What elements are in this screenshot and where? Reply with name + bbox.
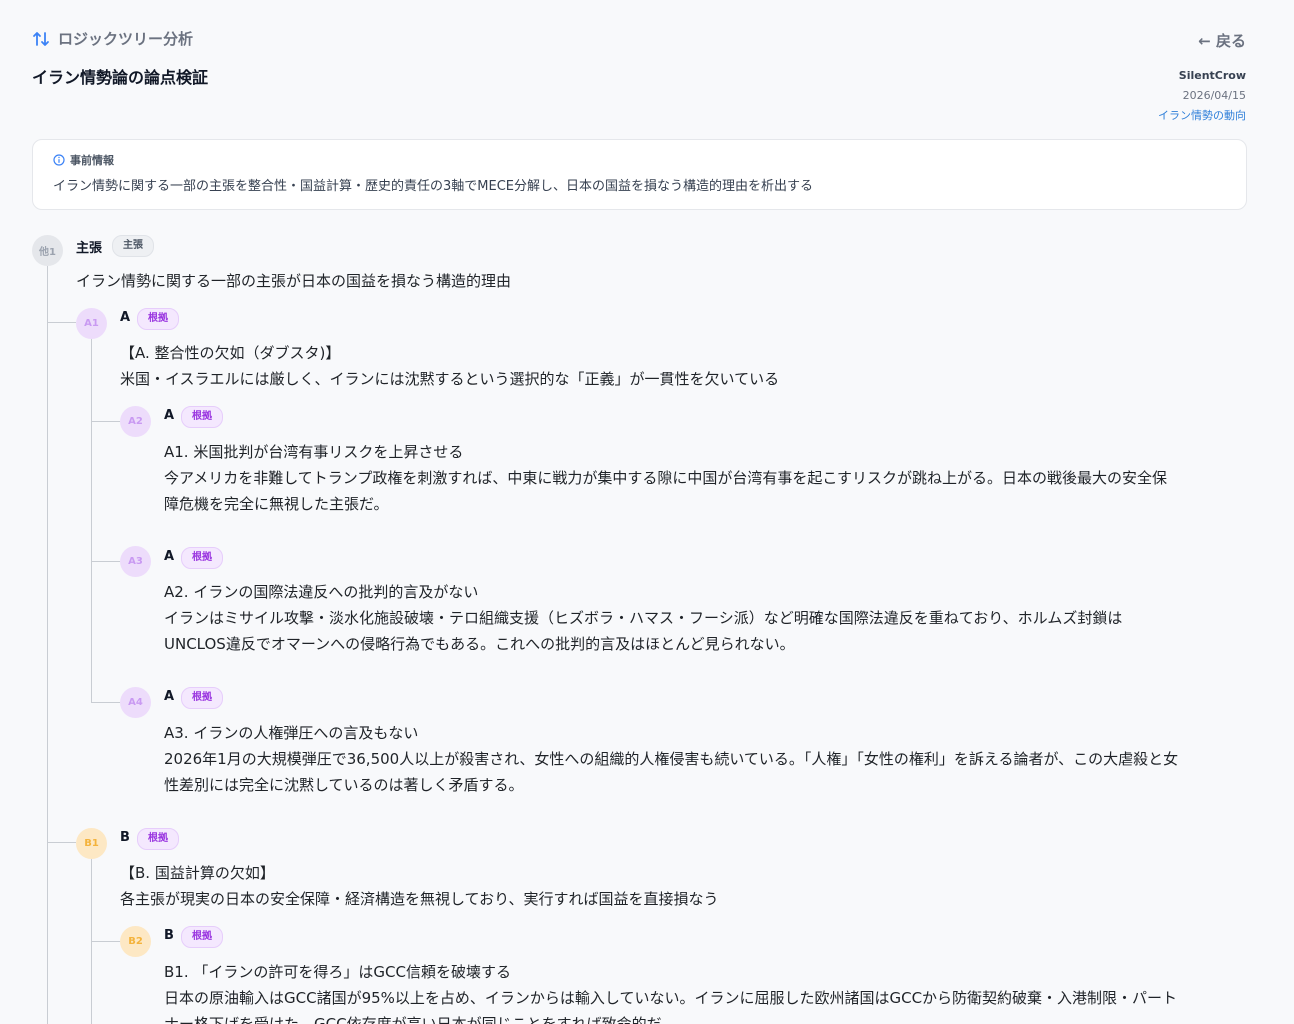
author-name: SilentCrow <box>1178 69 1246 82</box>
tree-connector <box>91 338 92 703</box>
tree-connector <box>47 266 48 1024</box>
node-badge-a1: 根拠 <box>137 308 179 330</box>
node-label-root: 主張 <box>76 241 103 256</box>
back-button[interactable]: ← 戻る <box>1198 30 1246 51</box>
node-text-a4-title: A3. イランの人権弾圧への言及もない <box>164 724 419 742</box>
node-text-a1-body: 米国・イスラエルには厳しく、イランには沈黙するという選択的な「正義」が一貫性を欠… <box>120 370 780 388</box>
node-text-b2-body-cont: ナー格下げを受けた。GCC依存度が高い日本が同じことをすれば致命的だ。 <box>164 1015 677 1024</box>
node-badge-a4: 根拠 <box>181 687 223 709</box>
node-text-a4-body: 2026年1月の大規模弾圧で36,500人以上が殺害され、女性への組織的人権侵害… <box>164 750 1179 768</box>
tree-connector <box>91 421 120 422</box>
node-label-a3: A <box>164 549 175 564</box>
node-avatar-a3: A3 <box>120 546 151 577</box>
node-text-a2-title: A1. 米国批判が台湾有事リスクを上昇させる <box>164 443 464 461</box>
page-title: イラン情勢論の論点検証 <box>32 68 209 87</box>
node-label-b1: B <box>120 830 130 845</box>
tree-connector <box>47 322 76 323</box>
node-text-b1-body: 各主張が現実の日本の安全保障・経済構造を無視しており、実行すれば国益を直接損なう <box>120 890 719 908</box>
info-text: イラン情勢に関する一部の主張を整合性・国益計算・歴史的責任の3軸でMECE分解し… <box>53 179 813 194</box>
node-badge-a3: 根拠 <box>181 547 223 569</box>
node-avatar-b1: B1 <box>76 828 107 859</box>
meta-block: SilentCrow 2026/04/15 イラン情勢の動向 <box>1158 66 1246 126</box>
node-text-a3-body: イランはミサイル攻撃・淡水化施設破壊・テロ組織支援（ヒズボラ・ハマス・フーシ派）… <box>164 609 1123 627</box>
prior-info-box: 事前情報 イラン情勢に関する一部の主張を整合性・国益計算・歴史的責任の3軸でME… <box>32 139 1247 210</box>
tree-connector <box>91 941 120 942</box>
section-header: ロジックツリー分析 <box>32 28 193 49</box>
tree-connector <box>91 702 120 703</box>
node-text-a1-title: 【A. 整合性の欠如（ダブスタ)】 <box>120 344 341 362</box>
node-avatar-root: 他1 <box>32 235 63 266</box>
node-avatar-a1: A1 <box>76 308 107 339</box>
node-label-a1: A <box>120 310 131 325</box>
node-text-b1-title: 【B. 国益計算の欠如】 <box>120 864 275 882</box>
node-label-a2: A <box>164 408 175 423</box>
node-badge-root: 主張 <box>112 235 154 257</box>
node-badge-b2: 根拠 <box>181 926 223 948</box>
node-text-a2-body: 今アメリカを非難してトランプ政権を刺激すれば、中東に戦力が集中する隙に中国が台湾… <box>164 469 1168 487</box>
node-avatar-b2: B2 <box>120 926 151 957</box>
node-text-a3-title: A2. イランの国際法違反への批判的言及がない <box>164 583 479 601</box>
node-avatar-a2: A2 <box>120 406 151 437</box>
node-label-a4: A <box>164 689 175 704</box>
node-badge-b1: 根拠 <box>137 828 179 850</box>
node-text-a4-body-cont: 性差別には完全に沈黙しているのは著しく矛盾する。 <box>164 776 524 794</box>
node-badge-a2: 根拠 <box>181 406 223 428</box>
info-heading: 事前情報 <box>53 152 1226 168</box>
info-icon <box>53 154 65 166</box>
info-heading-label: 事前情報 <box>70 154 114 167</box>
tree-connector <box>47 842 76 843</box>
node-label-b2: B <box>164 928 174 943</box>
post-date: 2026/04/15 <box>1182 89 1246 102</box>
node-text-a2-body-cont: 障危機を完全に無視した主張だ。 <box>164 495 389 513</box>
section-title: ロジックツリー分析 <box>58 30 194 48</box>
sort-arrows-icon <box>33 31 49 46</box>
node-text-root: イラン情勢に関する一部の主張が日本の国益を損なう構造的理由 <box>76 272 512 290</box>
node-text-b2-title: B1. 「イランの許可を得ろ」はGCC信頼を破壊する <box>164 963 511 981</box>
topic-link[interactable]: イラン情勢の動向 <box>1158 106 1246 126</box>
node-avatar-a4: A4 <box>120 687 151 718</box>
node-text-a3-body-cont: UNCLOS違反でオマーンへの侵略行為でもある。これへの批判的言及はほとんど見ら… <box>164 635 795 653</box>
node-text-b2-body: 日本の原油輸入はGCC諸国が95%以上を占め、イランからは輸入していない。イラン… <box>164 989 1178 1007</box>
tree-connector <box>91 561 120 562</box>
